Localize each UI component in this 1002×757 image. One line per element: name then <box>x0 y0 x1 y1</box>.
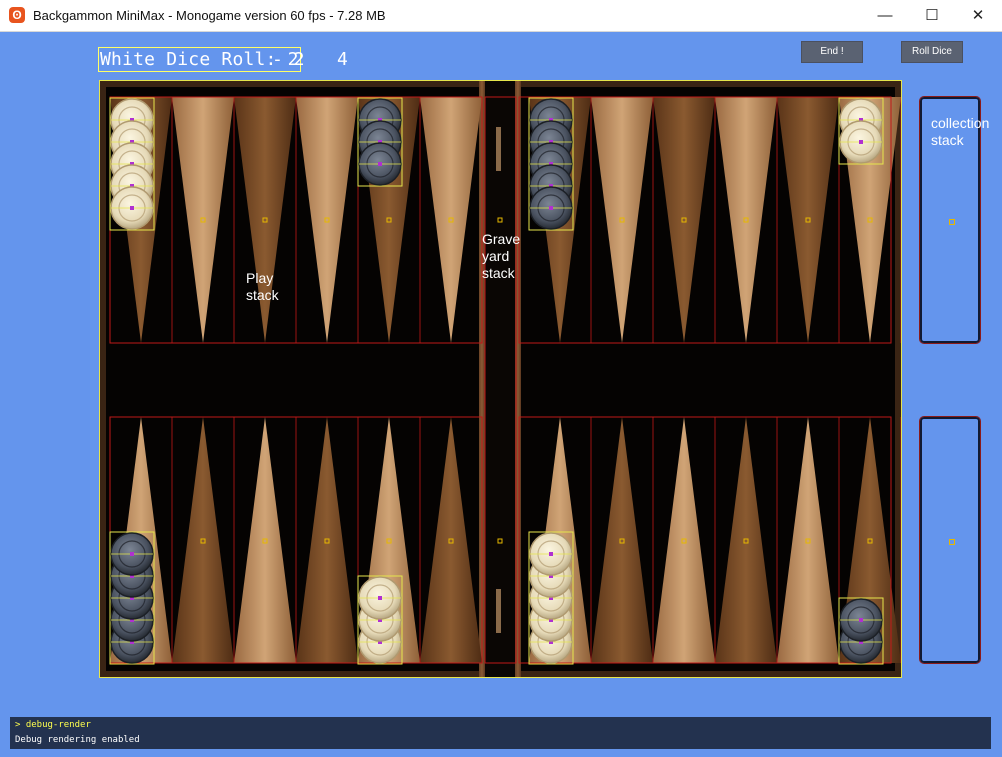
backgammon-board[interactable]: Play stack Grave yard stack <box>99 80 902 678</box>
debug-console[interactable]: > debug-render Debug rendering enabled <box>10 717 991 749</box>
end-button[interactable]: End ! <box>801 41 863 63</box>
console-output: Debug rendering enabled <box>15 735 140 745</box>
dice-values: - 2 4 <box>272 49 348 70</box>
console-command: > debug-render <box>15 720 91 730</box>
checker-center-marker <box>859 618 863 622</box>
graveyard-stack-label: Grave yard stack <box>482 231 520 282</box>
play-stack-label: Play stack <box>246 270 279 304</box>
collection-stack-label: collection stack <box>931 115 989 149</box>
checker-center-marker <box>549 206 553 210</box>
collection-stack-bottom[interactable] <box>919 416 981 664</box>
collection-label-line1: collection <box>931 115 990 131</box>
graveyard-label-line1: Grave <box>482 231 521 247</box>
monogame-icon: ʘ <box>9 7 25 23</box>
checker-center-marker <box>859 140 863 144</box>
close-button[interactable]: ✕ <box>955 0 1001 31</box>
play-stack-label-line2: stack <box>246 287 279 303</box>
graveyard-label-line3: stack <box>482 265 515 281</box>
title-bar: ʘ Backgammon MiniMax - Monogame version … <box>0 0 1002 32</box>
collection-stack-bottom-anchor <box>949 539 955 545</box>
checker-center-marker <box>130 552 134 556</box>
window-title: Backgammon MiniMax - Monogame version 60… <box>33 8 386 23</box>
collection-stack-top[interactable]: collection stack <box>919 96 989 344</box>
checker-center-marker <box>549 552 553 556</box>
checker-center-marker <box>130 206 134 210</box>
maximize-button[interactable]: ☐ <box>909 0 955 31</box>
dice-roll-text: White Dice Roll: 2 <box>98 47 301 72</box>
minimize-button[interactable]: — <box>862 0 908 31</box>
collection-label-line2: stack <box>931 132 964 148</box>
collection-stack-top-anchor <box>949 219 955 225</box>
dice-roll-label: White Dice Roll: 2 <box>98 47 301 72</box>
checker-center-marker <box>378 162 382 166</box>
play-stack-label-line1: Play <box>246 270 274 286</box>
board-graphics <box>100 81 901 677</box>
graveyard-label-line2: yard <box>482 248 510 264</box>
checker-center-marker <box>378 596 382 600</box>
roll-dice-button[interactable]: Roll Dice <box>901 41 963 63</box>
